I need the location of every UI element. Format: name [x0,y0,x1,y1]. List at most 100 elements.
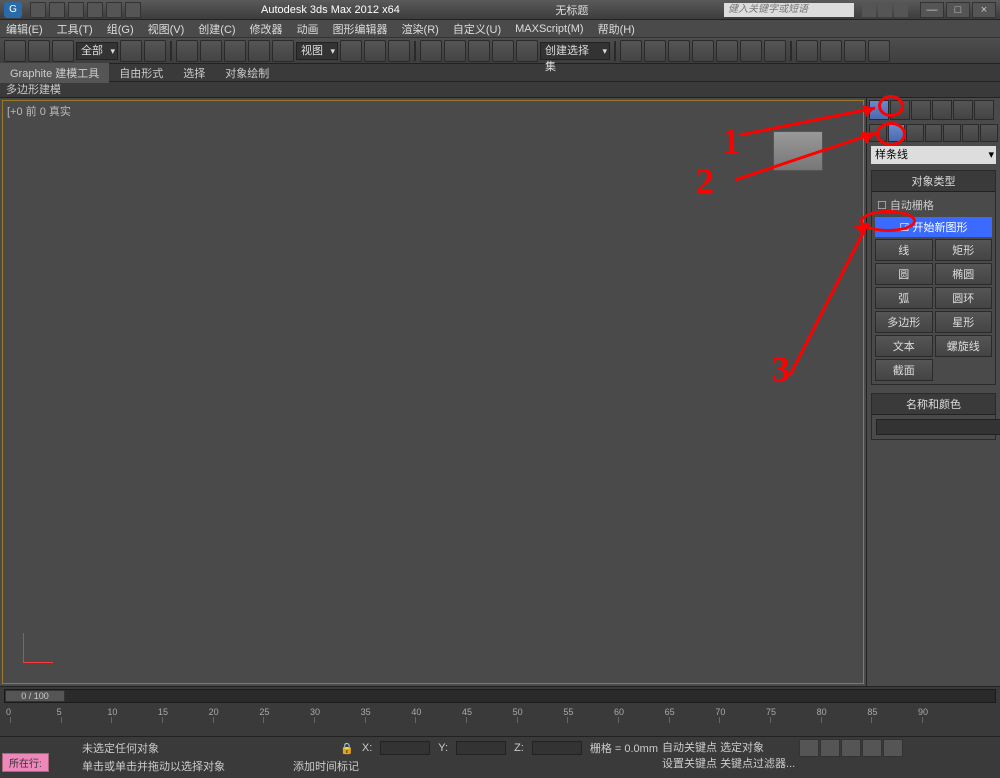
select-by-name-button[interactable] [144,40,166,62]
utilities-tab-icon[interactable] [974,100,994,120]
line-button[interactable]: 线 [875,239,933,261]
menu-animation[interactable]: 动画 [297,21,319,37]
selected-filter[interactable]: 选定对象 [720,742,764,754]
menu-maxscript[interactable]: MAXScript(M) [515,23,583,35]
goto-end-button[interactable] [883,739,903,757]
spinner-snap-button[interactable] [492,40,514,62]
menu-tools[interactable]: 工具(T) [57,21,93,37]
viewcube[interactable] [773,131,823,171]
viewport-front[interactable]: [+0 前 0 真实 [2,100,864,684]
time-slider-thumb[interactable]: 0 / 100 [5,690,65,702]
key-filters-button[interactable]: 关键点过滤器... [720,758,795,770]
section-button[interactable]: 截面 [875,359,933,381]
time-slider-track[interactable]: 0 / 100 [4,689,996,703]
x-input[interactable] [380,741,430,755]
star-icon[interactable] [878,3,892,17]
script-listener-button[interactable]: 所在行: [2,753,49,772]
help-search-input[interactable]: 健入关键字或短语 [724,3,854,17]
percent-snap-button[interactable] [468,40,490,62]
next-frame-button[interactable] [862,739,882,757]
menu-graph-editors[interactable]: 图形编辑器 [333,21,388,37]
ribbon-tab-selection[interactable]: 选择 [173,63,215,83]
curve-editor-button[interactable] [716,40,738,62]
hierarchy-tab-icon[interactable] [911,100,931,120]
goto-start-button[interactable] [799,739,819,757]
menu-customize[interactable]: 自定义(U) [453,21,501,37]
lights-category-icon[interactable] [906,124,924,142]
qat-icon-3[interactable] [68,2,84,18]
close-button[interactable]: × [972,2,996,18]
modify-tab-icon[interactable] [890,100,910,120]
minimize-button[interactable]: — [920,2,944,18]
ellipse-button[interactable]: 椭圆 [935,263,993,285]
display-tab-icon[interactable] [953,100,973,120]
align-button[interactable] [644,40,666,62]
arc-button[interactable]: 弧 [875,287,933,309]
ribbon-tab-object-paint[interactable]: 对象绘制 [215,63,279,83]
helix-button[interactable]: 螺旋线 [935,335,993,357]
lock-icon[interactable]: 🔒 [340,742,354,755]
render-production-button[interactable] [844,40,866,62]
menu-modifiers[interactable]: 修改器 [250,21,283,37]
setkey-button[interactable]: 设置关键点 [662,758,717,770]
menu-help[interactable]: 帮助(H) [598,21,635,37]
circle-button[interactable]: 圆 [875,263,933,285]
qat-icon-5[interactable] [106,2,122,18]
qat-icon-1[interactable] [30,2,46,18]
prev-frame-button[interactable] [820,739,840,757]
use-center-button[interactable] [340,40,362,62]
text-button[interactable]: 文本 [875,335,933,357]
donut-button[interactable]: 圆环 [935,287,993,309]
menu-create[interactable]: 创建(C) [198,21,235,37]
spacewarps-category-icon[interactable] [962,124,980,142]
cameras-category-icon[interactable] [925,124,943,142]
help-icon[interactable] [894,3,908,17]
ref-coord-combo[interactable]: 视图 [296,42,338,60]
undo-button[interactable] [4,40,26,62]
systems-category-icon[interactable] [980,124,998,142]
ribbon-tab-graphite[interactable]: Graphite 建模工具 [0,63,109,83]
qat-icon-6[interactable] [125,2,141,18]
menu-views[interactable]: 视图(V) [148,21,185,37]
time-ruler[interactable]: 051015202530354045505560657075808590 [0,705,1000,725]
link-button[interactable] [52,40,74,62]
keyboard-shortcut-button[interactable] [388,40,410,62]
snap-2d-button[interactable] [420,40,442,62]
name-color-header[interactable]: 名称和颜色 [872,394,995,415]
start-new-shape-button[interactable]: ☑ 开始新图形 [875,217,992,237]
menu-group[interactable]: 组(G) [107,21,134,37]
rectangle-button[interactable]: 矩形 [935,239,993,261]
render-setup-button[interactable] [796,40,818,62]
scale-button[interactable] [272,40,294,62]
menu-edit[interactable]: 编辑(E) [6,21,43,37]
helpers-category-icon[interactable] [943,124,961,142]
info-icon[interactable] [862,3,876,17]
y-input[interactable] [456,741,506,755]
layer-manager-button[interactable] [668,40,690,62]
play-button[interactable] [841,739,861,757]
app-logo[interactable]: G [4,2,22,18]
redo-button[interactable] [28,40,50,62]
move-button[interactable] [224,40,246,62]
mirror-button[interactable] [620,40,642,62]
qat-icon-4[interactable] [87,2,103,18]
autokey-button[interactable]: 自动关键点 [662,742,717,754]
create-tab-icon[interactable] [869,100,889,120]
auto-grid-checkbox[interactable]: ☐ 自动栅格 [875,195,992,215]
named-selection-combo[interactable]: 创建选择集 [540,42,610,60]
graphite-toggle-button[interactable] [692,40,714,62]
qat-icon-2[interactable] [49,2,65,18]
window-crossing-button[interactable] [200,40,222,62]
z-input[interactable] [532,741,582,755]
select-object-button[interactable] [120,40,142,62]
selection-filter-combo[interactable]: 全部 [76,42,118,60]
star-button[interactable]: 星形 [935,311,993,333]
ngon-button[interactable]: 多边形 [875,311,933,333]
maximize-button[interactable]: □ [946,2,970,18]
object-name-input[interactable] [876,419,1000,435]
motion-tab-icon[interactable] [932,100,952,120]
material-editor-button[interactable] [764,40,786,62]
viewport-label[interactable]: [+0 前 0 真实 [7,103,71,119]
shape-subcategory-dropdown[interactable]: 样条线 [871,146,996,164]
select-region-button[interactable] [176,40,198,62]
